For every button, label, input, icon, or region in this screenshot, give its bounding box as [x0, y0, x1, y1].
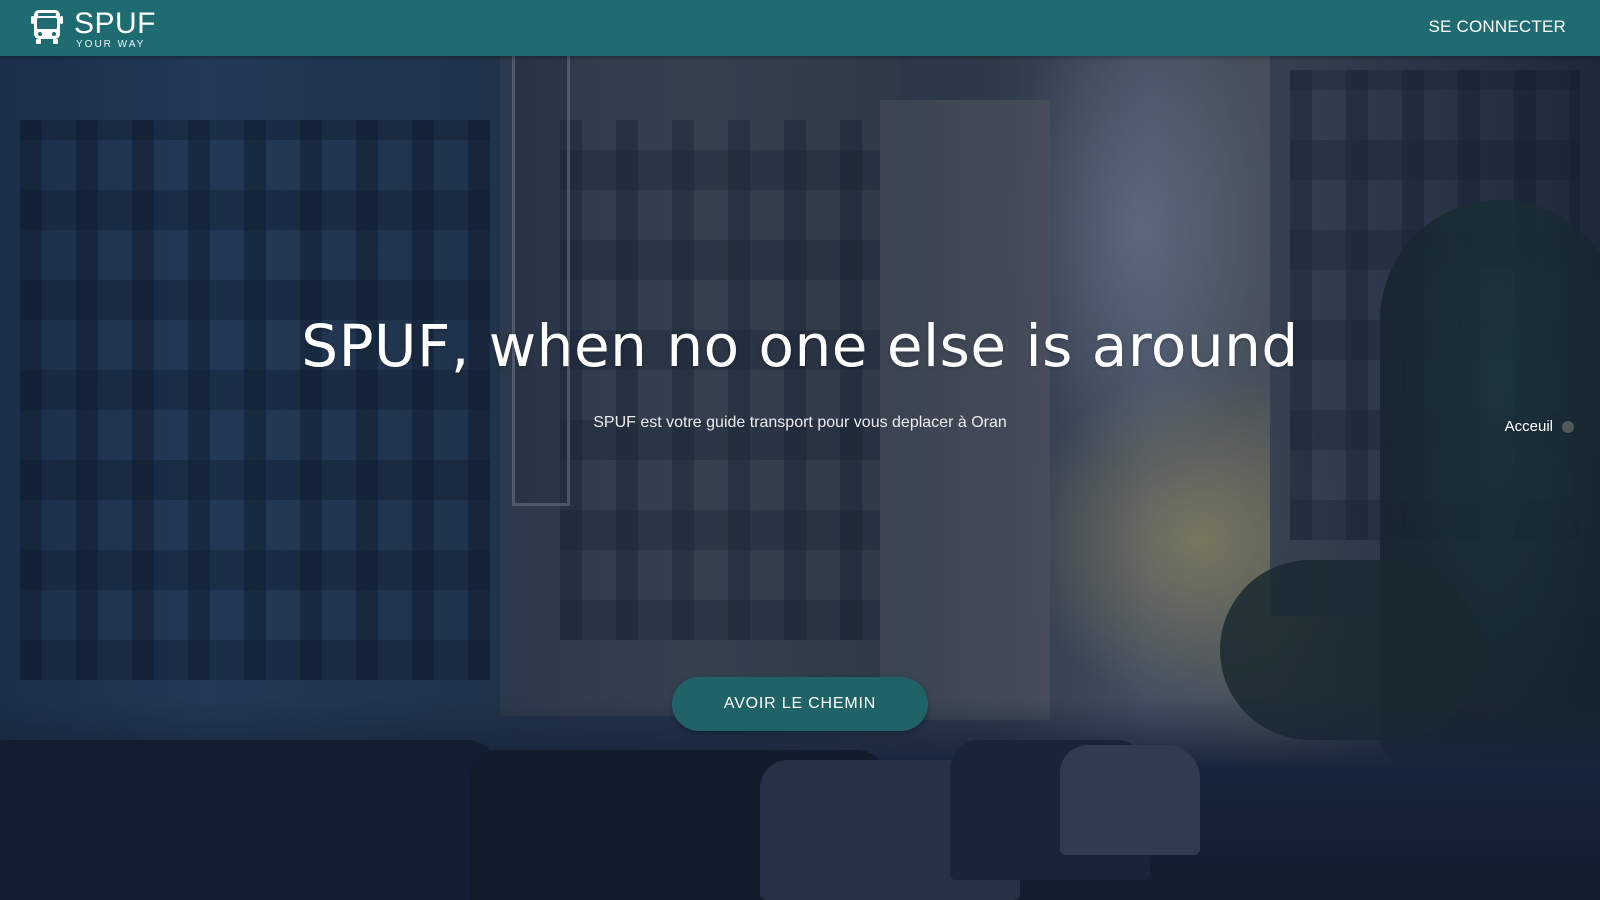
bus-icon: [28, 7, 66, 52]
top-navbar: SPUF YOUR WAY SE CONNECTER: [0, 0, 1600, 56]
side-nav-dot-icon[interactable]: [1562, 420, 1574, 433]
hero-overlay: [0, 0, 1600, 900]
side-nav-item-acceuil[interactable]: Acceuil: [1505, 418, 1574, 435]
hero-title: SPUF, when no one else is around: [301, 312, 1299, 380]
login-link[interactable]: SE CONNECTER: [1429, 17, 1566, 37]
get-route-button[interactable]: AVOIR LE CHEMIN: [672, 677, 928, 731]
hero-subtitle: SPUF est votre guide transport pour vous…: [593, 414, 1007, 431]
side-nav-label: Acceuil: [1504, 418, 1553, 435]
brand-tagline: YOUR WAY: [76, 38, 146, 50]
brand-name: SPUF: [74, 6, 157, 40]
brand-logo-link[interactable]: SPUF YOUR WAY: [28, 8, 156, 50]
landing-page: SPUF YOUR WAY SE CONNECTER SPUF, when no…: [0, 0, 1600, 900]
brand-text: SPUF YOUR WAY: [74, 6, 157, 50]
